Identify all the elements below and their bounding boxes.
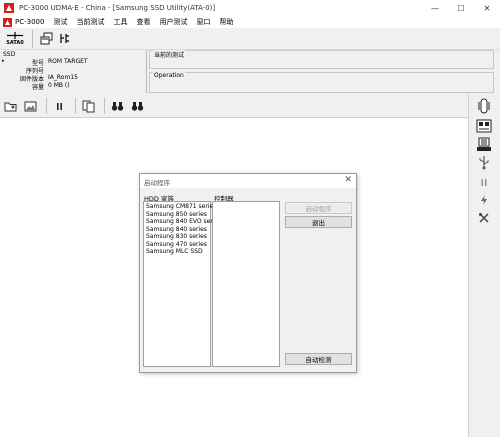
info-row-model: 型号 ROM TARGET: [0, 58, 147, 67]
drive-state-button[interactable]: [473, 97, 495, 115]
list-item[interactable]: Samsung CM871 series: [146, 203, 216, 211]
binoculars-next-icon: [131, 101, 144, 111]
usb-icon: [479, 156, 489, 170]
tools-button[interactable]: [473, 209, 495, 227]
wrench-screwdriver-icon: [479, 213, 489, 223]
list-item[interactable]: Samsung 470 series: [146, 241, 208, 249]
list-item[interactable]: Samsung 830 series: [146, 233, 208, 241]
ssd-panel-title: SSD: [3, 51, 16, 58]
find-next-button[interactable]: [129, 97, 146, 115]
title-bar: PC-3000 UDMA-E - China - [Samsung SSD Ut…: [0, 0, 500, 16]
info-value: ROM TARGET: [48, 58, 88, 65]
list-item[interactable]: Samsung 850 series: [146, 211, 208, 219]
image-folder-icon: [24, 101, 37, 111]
dialog-close-icon[interactable]: ✕: [344, 175, 352, 185]
menu-item-tools[interactable]: 工具: [113, 17, 127, 27]
open-folder-icon: [4, 102, 17, 111]
tool-button-1[interactable]: [473, 191, 495, 209]
copy-pages-icon: [82, 100, 95, 112]
info-label: 容量: [31, 84, 44, 91]
menu-item-help[interactable]: 帮助: [219, 17, 233, 27]
pause-button[interactable]: [51, 97, 68, 115]
pause-icon: [481, 178, 487, 186]
find-button[interactable]: [109, 97, 126, 115]
controller-list[interactable]: [212, 201, 280, 367]
copy-button[interactable]: [80, 97, 97, 115]
app-menu-icon[interactable]: [3, 17, 12, 27]
toolbar-separator: [46, 98, 47, 114]
menu-item-pc3000[interactable]: PC-3000: [15, 18, 44, 26]
sata-connector-icon: [7, 32, 23, 39]
open-folder-button[interactable]: [2, 97, 19, 115]
dialog-titlebar: 启动程序 ✕: [140, 174, 356, 188]
power-control-button[interactable]: [473, 117, 495, 135]
close-button[interactable]: ✕: [474, 0, 500, 16]
power-button[interactable]: [55, 29, 73, 49]
minimize-button[interactable]: —: [422, 0, 448, 16]
list-item[interactable]: Samsung 840 series: [146, 226, 208, 234]
maximize-button[interactable]: ☐: [448, 0, 474, 16]
toolbar-separator: [104, 98, 105, 114]
auto-detect-button[interactable]: 自动检测: [285, 353, 352, 365]
reset-button[interactable]: [473, 135, 495, 153]
copy-windows-button[interactable]: [37, 29, 55, 49]
power-supply-icon: [476, 119, 492, 133]
sata-port-label: SATA0: [6, 40, 24, 46]
menu-item-window[interactable]: 窗口: [196, 17, 210, 27]
info-row-capacity: 容量 0 MB (): [0, 82, 147, 91]
usb-button[interactable]: [473, 153, 495, 171]
operation-box: Operation: [149, 72, 494, 93]
power-plug-icon: [59, 34, 69, 43]
menu-item-current-test[interactable]: 当前测试: [76, 17, 104, 27]
drive-indicator-icon: [478, 98, 490, 114]
hdd-family-list[interactable]: Samsung CM871 series Samsung 850 series …: [143, 201, 221, 367]
list-item[interactable]: Samsung MLC SSD: [146, 248, 208, 256]
operation-title: Operation: [153, 72, 185, 79]
right-toolbar: [468, 93, 500, 437]
info-row-firmware: 固件版本 IA_Rom15: [0, 74, 147, 83]
sata-port-button[interactable]: SATA0: [2, 29, 28, 49]
menu-item-test[interactable]: 测试: [53, 17, 67, 27]
info-value: 0 MB (): [48, 82, 70, 89]
pause-icon: [57, 102, 62, 110]
list-item[interactable]: Samsung 840 EVO series: [146, 218, 221, 226]
save-image-button[interactable]: [22, 97, 39, 115]
app-logo-icon: [4, 3, 14, 13]
binoculars-icon: [111, 101, 124, 111]
ssd-info-panel: SSD ▸ 型号 ROM TARGET 序列号 固件版本 IA_Rom15 容量…: [0, 50, 147, 93]
pause-side-button[interactable]: [473, 173, 495, 191]
info-value: IA_Rom15: [48, 74, 78, 81]
bolt-icon: [481, 195, 487, 205]
info-row-serial: 序列号: [0, 66, 147, 75]
current-test-title: 当前的测试: [153, 50, 186, 59]
menu-item-view[interactable]: 查看: [136, 17, 150, 27]
window-title: PC-3000 UDMA-E - China - [Samsung SSD Ut…: [19, 4, 216, 12]
exit-button[interactable]: 退出: [285, 216, 352, 228]
reset-chip-icon: [477, 137, 491, 151]
menu-item-user-test[interactable]: 用户测试: [159, 17, 187, 27]
dialog-title: 启动程序: [144, 179, 170, 187]
menu-bar: PC-3000 测试 当前测试 工具 查看 用户测试 窗口 帮助: [0, 16, 500, 28]
main-toolbar: SATA0: [0, 28, 500, 50]
launcher-dialog: 启动程序 ✕ HDD 家族 控制器 Samsung CM871 series S…: [139, 173, 357, 373]
secondary-toolbar: [0, 95, 468, 117]
stacked-windows-icon: [40, 32, 52, 45]
start-program-button[interactable]: 启动程序: [285, 202, 352, 214]
toolbar-separator: [75, 98, 76, 114]
current-test-box: 当前的测试: [149, 50, 494, 69]
toolbar-separator: [32, 29, 33, 48]
